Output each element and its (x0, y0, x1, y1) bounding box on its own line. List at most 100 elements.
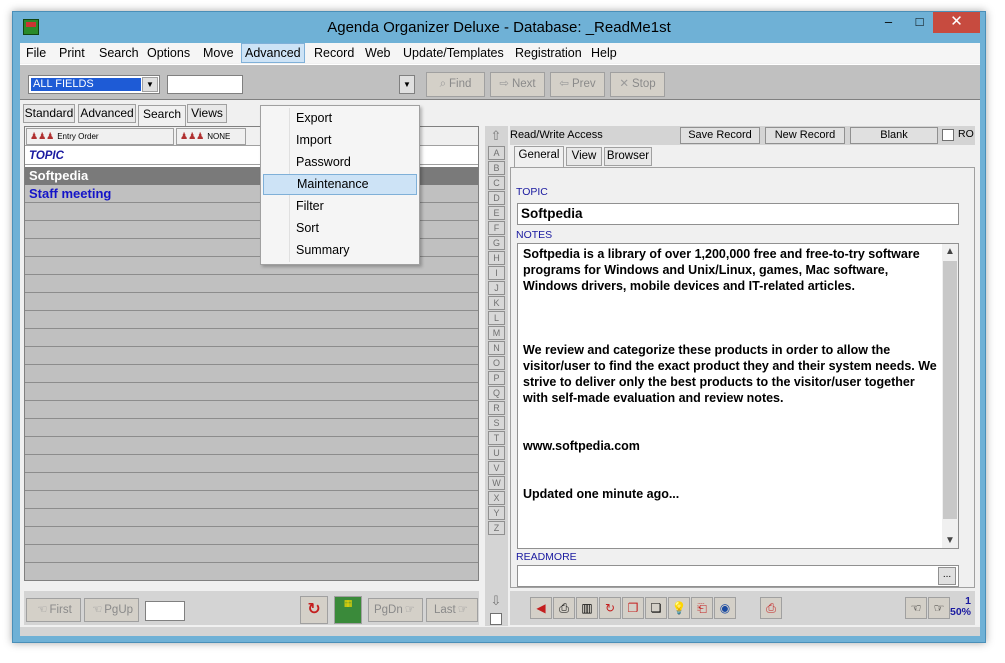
alpha-button[interactable]: O (488, 356, 505, 370)
paste-icon[interactable]: ❏ (645, 597, 667, 619)
new-record-button[interactable]: New Record (765, 127, 845, 144)
sort-entry-order-button[interactable]: ♟♟♟ Entry Order (26, 128, 174, 145)
menu-options[interactable]: Options (144, 43, 193, 63)
alpha-button[interactable]: H (488, 251, 505, 265)
alpha-button[interactable]: E (488, 206, 505, 220)
copy-icon[interactable]: ❐ (622, 597, 644, 619)
arrow-left-icon[interactable]: ◀ (530, 597, 552, 619)
alpha-button[interactable]: X (488, 491, 505, 505)
refresh-icon[interactable]: ↻ (599, 597, 621, 619)
close-button[interactable]: ✕ (933, 12, 980, 33)
minimize-button[interactable]: – (875, 12, 902, 33)
readmore-browse-button[interactable]: ... (938, 567, 956, 585)
alpha-button[interactable]: G (488, 236, 505, 250)
menu-item-sort[interactable]: Sort (263, 218, 417, 239)
export-icon[interactable]: ⎗ (691, 597, 713, 619)
alpha-button[interactable]: J (488, 281, 505, 295)
alpha-button[interactable]: R (488, 401, 505, 415)
alpha-button[interactable]: S (488, 416, 505, 430)
menu-item-maintenance[interactable]: Maintenance (263, 174, 417, 195)
menu-file[interactable]: File (23, 43, 49, 63)
chevron-down-icon[interactable]: ▼ (399, 75, 415, 94)
stop-button[interactable]: ✕ Stop (610, 72, 665, 97)
chevron-down-icon[interactable]: ▼ (942, 535, 958, 546)
alpha-button[interactable]: W (488, 476, 505, 490)
hand-right-icon[interactable]: ☞ (928, 597, 950, 619)
chevron-down-icon[interactable]: ▼ (142, 77, 158, 92)
next-button[interactable]: ⇨ Next (490, 72, 545, 97)
alpha-button[interactable]: F (488, 221, 505, 235)
chevron-up-icon[interactable]: ▲ (942, 246, 958, 257)
arrow-up-icon[interactable]: ⇧ (489, 128, 503, 144)
tab-advanced[interactable]: Advanced (78, 104, 136, 123)
alpha-button[interactable]: Q (488, 386, 505, 400)
alpha-button[interactable]: P (488, 371, 505, 385)
alpha-button[interactable]: Z (488, 521, 505, 535)
menu-item-password[interactable]: Password (263, 152, 417, 173)
menu-move[interactable]: Move (200, 43, 237, 63)
tab-search[interactable]: Search (138, 105, 186, 126)
notes-field[interactable]: Softpedia is a library of over 1,200,000… (517, 243, 959, 549)
alpha-button[interactable]: A (488, 146, 505, 160)
menu-item-summary[interactable]: Summary (263, 240, 417, 261)
tab-standard[interactable]: Standard (23, 104, 75, 123)
trash-icon[interactable]: ▥ (576, 597, 598, 619)
alpha-button[interactable]: D (488, 191, 505, 205)
notes-scrollbar[interactable]: ▲ ▼ (942, 244, 958, 548)
pgdn-button[interactable]: PgDn ☞ (368, 598, 423, 622)
alpha-button[interactable]: I (488, 266, 505, 280)
alpha-button[interactable]: L (488, 311, 505, 325)
globe-icon[interactable]: ◉ (714, 597, 736, 619)
blank-button[interactable]: Blank (850, 127, 938, 144)
printer-icon[interactable]: ⎙ (553, 597, 575, 619)
first-button[interactable]: ☜ First (26, 598, 81, 622)
alpha-button[interactable]: U (488, 446, 505, 460)
alpha-button[interactable]: V (488, 461, 505, 475)
last-button[interactable]: Last ☞ (426, 598, 478, 622)
menu-print[interactable]: Print (56, 43, 88, 63)
tab-browser[interactable]: Browser (604, 147, 652, 166)
refresh-icon[interactable]: ↻ (300, 596, 328, 624)
menu-update-templates[interactable]: Update/Templates (400, 43, 507, 63)
menu-search[interactable]: Search (96, 43, 142, 63)
prev-button[interactable]: ⇦ Prev (550, 72, 605, 97)
palette-icon[interactable]: ▦ (334, 596, 362, 624)
title-bar[interactable]: Agenda Organizer Deluxe - Database: _Rea… (13, 12, 985, 43)
alpha-checkbox[interactable] (490, 613, 502, 625)
tab-view[interactable]: View (566, 147, 602, 166)
menu-item-filter[interactable]: Filter (263, 196, 417, 217)
menu-record[interactable]: Record (311, 43, 357, 63)
lightbulb-icon[interactable]: 💡 (668, 597, 690, 619)
menu-advanced[interactable]: Advanced (241, 43, 305, 63)
tab-views[interactable]: Views (187, 104, 227, 123)
menu-item-export[interactable]: Export (263, 108, 417, 129)
find-button[interactable]: ⌕ Find (426, 72, 485, 97)
maximize-button[interactable]: □ (906, 12, 933, 33)
pgup-button[interactable]: ☜ PgUp (84, 598, 139, 622)
record-counter: 1 50% (950, 596, 971, 618)
alpha-button[interactable]: K (488, 296, 505, 310)
menu-item-import[interactable]: Import (263, 130, 417, 151)
field-select[interactable]: ALL FIELDS ▼ (28, 75, 160, 94)
arrow-down-icon[interactable]: ⇩ (489, 593, 503, 609)
page-input[interactable] (145, 601, 185, 621)
readmore-field[interactable]: ... (517, 565, 959, 587)
menu-registration[interactable]: Registration (512, 43, 585, 63)
alpha-button[interactable]: T (488, 431, 505, 445)
read-only-checkbox[interactable] (942, 129, 954, 141)
menu-help[interactable]: Help (588, 43, 620, 63)
alpha-button[interactable]: C (488, 176, 505, 190)
hand-left-icon[interactable]: ☜ (905, 597, 927, 619)
alpha-button[interactable]: N (488, 341, 505, 355)
alpha-button[interactable]: M (488, 326, 505, 340)
tab-general[interactable]: General (514, 146, 564, 167)
sort-none-button[interactable]: ♟♟♟ NONE (176, 128, 246, 145)
alpha-button[interactable]: B (488, 161, 505, 175)
alpha-button[interactable]: Y (488, 506, 505, 520)
topic-field[interactable]: Softpedia (517, 203, 959, 225)
search-input[interactable] (167, 75, 243, 94)
menu-web[interactable]: Web (362, 43, 393, 63)
save-record-button[interactable]: Save Record (680, 127, 760, 144)
print-record-icon[interactable]: ⎙ (760, 597, 782, 619)
scrollbar-thumb[interactable] (943, 261, 957, 519)
